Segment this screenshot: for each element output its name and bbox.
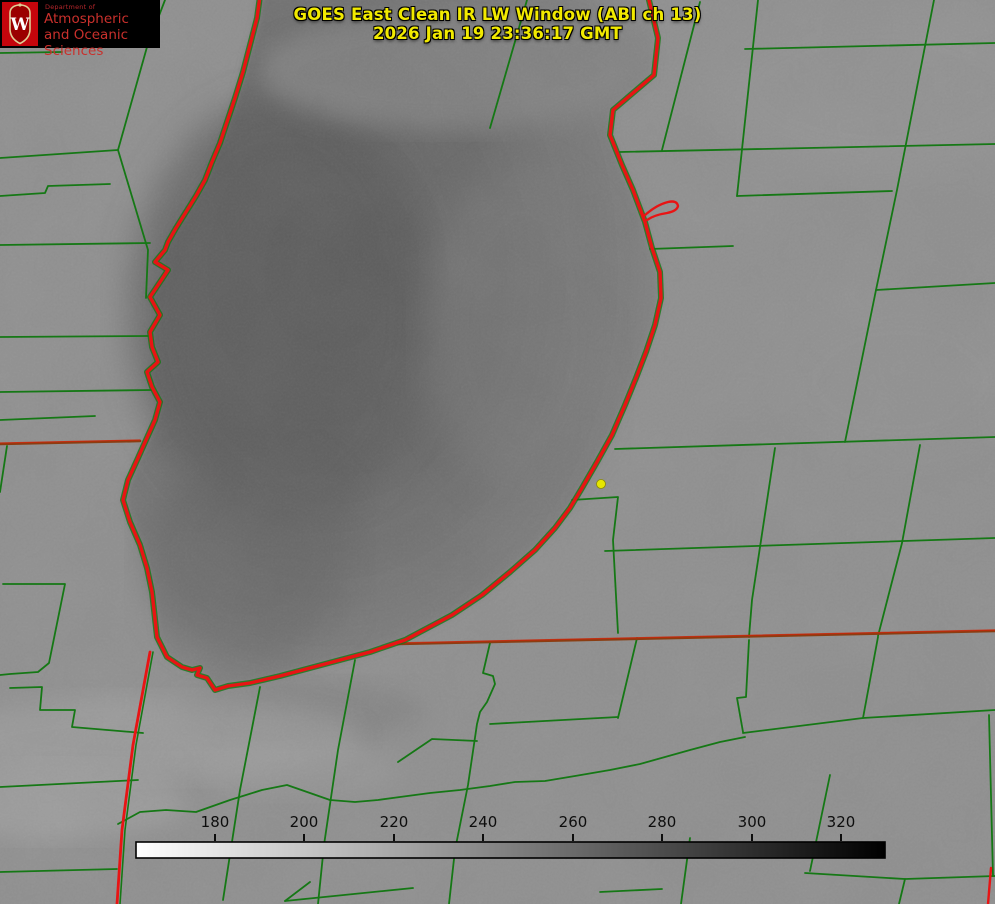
uw-crest-icon: W xyxy=(9,3,31,45)
satellite-image-viewport: W Department of Atmospheric and Oceanic … xyxy=(0,0,995,904)
colorbar-tick-label: 280 xyxy=(647,813,677,831)
colorbar-tick-label: 320 xyxy=(826,813,856,831)
colorbar-tick xyxy=(214,834,216,841)
uw-crest-panel: W xyxy=(2,2,38,46)
department-name-line1: Atmospheric xyxy=(44,11,129,27)
colorbar-tick-label: 200 xyxy=(289,813,319,831)
colorbar-tick xyxy=(661,834,663,841)
colorbar-tick-label: 180 xyxy=(200,813,230,831)
ir-satellite-map xyxy=(0,0,995,904)
county-line xyxy=(0,335,149,338)
colorbar-tick-label: 220 xyxy=(379,813,409,831)
colorbar-tick-label: 240 xyxy=(468,813,498,831)
colorbar-tick xyxy=(393,834,395,841)
department-name-line2: and Oceanic Sciences xyxy=(44,27,129,59)
colorbar-tick xyxy=(482,834,484,841)
colorbar-tick-label: 300 xyxy=(737,813,767,831)
station-marker xyxy=(596,479,606,489)
satellite-base-layer xyxy=(0,0,995,904)
colorbar-tick xyxy=(840,834,842,841)
crest-letter: W xyxy=(9,15,30,35)
colorbar-tick xyxy=(303,834,305,841)
crest-finial xyxy=(18,3,22,7)
university-logo-panel: W Department of Atmospheric and Oceanic … xyxy=(0,0,160,59)
department-prefix: Department of xyxy=(45,3,96,11)
colorbar-tick xyxy=(572,834,574,841)
colorbar-tick xyxy=(751,834,753,841)
ir-grain-texture xyxy=(0,0,995,904)
colorbar-gradient-strip xyxy=(135,841,886,859)
colorbar-tick-label: 260 xyxy=(558,813,588,831)
